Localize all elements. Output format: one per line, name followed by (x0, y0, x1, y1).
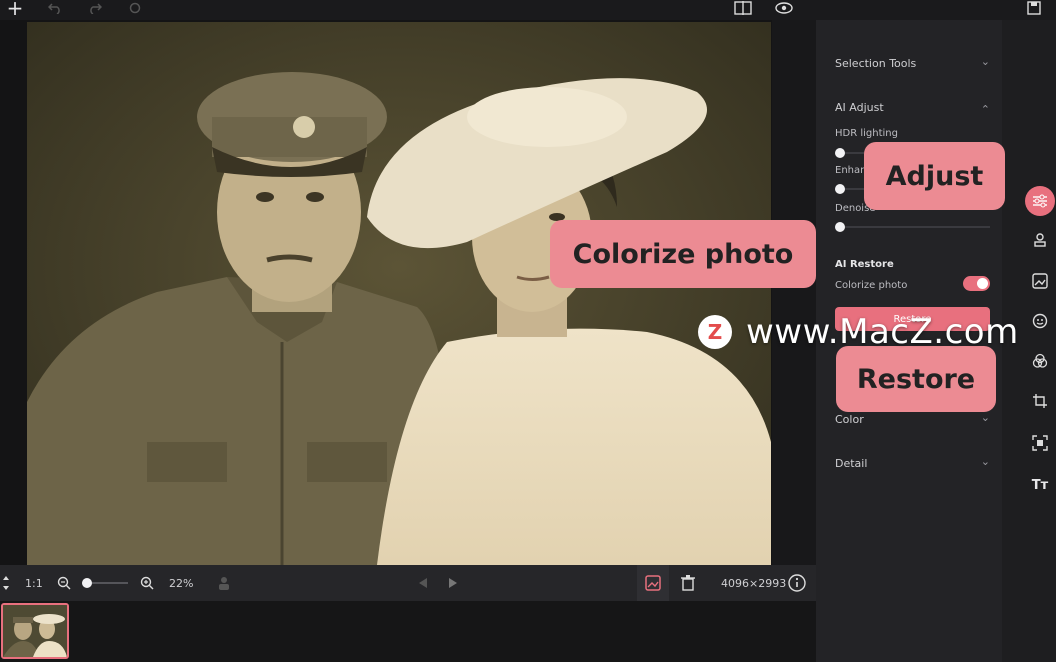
zoom-level: 22% (169, 576, 194, 590)
ai-restore-heading: AI Restore (835, 259, 894, 270)
colorize-callout: Colorize photo (550, 220, 816, 288)
section-label: AI Adjust (835, 101, 884, 114)
image-dimensions: 4096×2993 (721, 576, 787, 590)
zoom-slider[interactable] (82, 565, 128, 601)
section-label: Selection Tools (835, 57, 917, 70)
photo-thumbnail[interactable] (1, 603, 69, 659)
hdr-lighting-label: HDR lighting (835, 128, 898, 139)
slider-knob[interactable] (835, 184, 845, 194)
enhance-label: Enhan (835, 165, 867, 176)
trash-icon[interactable] (681, 565, 695, 601)
reset-icon[interactable] (126, 0, 144, 16)
filmstrip (0, 601, 816, 662)
person-icon[interactable] (218, 565, 230, 601)
canvas-side-strip (772, 20, 816, 565)
preview-eye-icon[interactable] (774, 0, 794, 16)
next-icon[interactable] (448, 565, 458, 601)
denoise-slider[interactable] (835, 222, 990, 232)
color-circles-icon[interactable] (1025, 346, 1055, 376)
plus-icon[interactable]: + (6, 0, 24, 20)
watermark-logo-letter: Z (707, 320, 723, 344)
chevron-up-icon: ⌃ (980, 103, 990, 116)
undo-icon[interactable] (46, 0, 64, 16)
adjust-sliders-icon[interactable] (1025, 186, 1055, 216)
section-label: Detail (835, 457, 868, 470)
save-icon[interactable] (1025, 0, 1043, 16)
zoom-in-icon[interactable] (140, 565, 154, 601)
chevron-down-icon: ⌄ (980, 55, 990, 68)
info-icon[interactable] (788, 565, 806, 601)
top-toolbar: + (0, 0, 1056, 20)
frame-icon[interactable] (1025, 428, 1055, 458)
image-view-icon[interactable] (637, 565, 669, 601)
chevron-down-icon: ⌄ (980, 455, 990, 468)
crop-icon[interactable] (1025, 386, 1055, 416)
colorize-photo-toggle[interactable] (963, 276, 990, 291)
adjust-callout: Adjust (864, 142, 1005, 210)
fit-arrows-icon[interactable] (2, 565, 10, 601)
watermark-logo: Z (698, 315, 732, 349)
section-label: Color (835, 413, 864, 426)
chevron-down-icon: ⌄ (980, 411, 990, 424)
redo-icon[interactable] (86, 0, 104, 16)
photo-canvas[interactable] (27, 22, 771, 565)
text-icon[interactable]: Tт (1025, 470, 1055, 500)
compare-icon[interactable] (733, 0, 753, 16)
actual-size-button[interactable]: 1:1 (25, 565, 43, 601)
restore-callout: Restore (836, 346, 996, 412)
previous-icon[interactable] (418, 565, 428, 601)
stamp-icon[interactable] (1025, 226, 1055, 256)
zoom-out-icon[interactable] (57, 565, 71, 601)
face-icon[interactable] (1025, 306, 1055, 336)
zoom-slider-knob[interactable] (82, 578, 92, 588)
image-icon[interactable] (1025, 266, 1055, 296)
bottom-toolbar: 1:1 22% 4096×2993 (0, 565, 816, 601)
watermark: Z www.MacZ.com (698, 312, 1019, 352)
slider-knob[interactable] (835, 148, 845, 158)
colorize-photo-label: Colorize photo (835, 280, 908, 291)
watermark-text: www.MacZ.com (746, 312, 1019, 352)
toggle-knob (977, 278, 988, 289)
slider-knob[interactable] (835, 222, 845, 232)
